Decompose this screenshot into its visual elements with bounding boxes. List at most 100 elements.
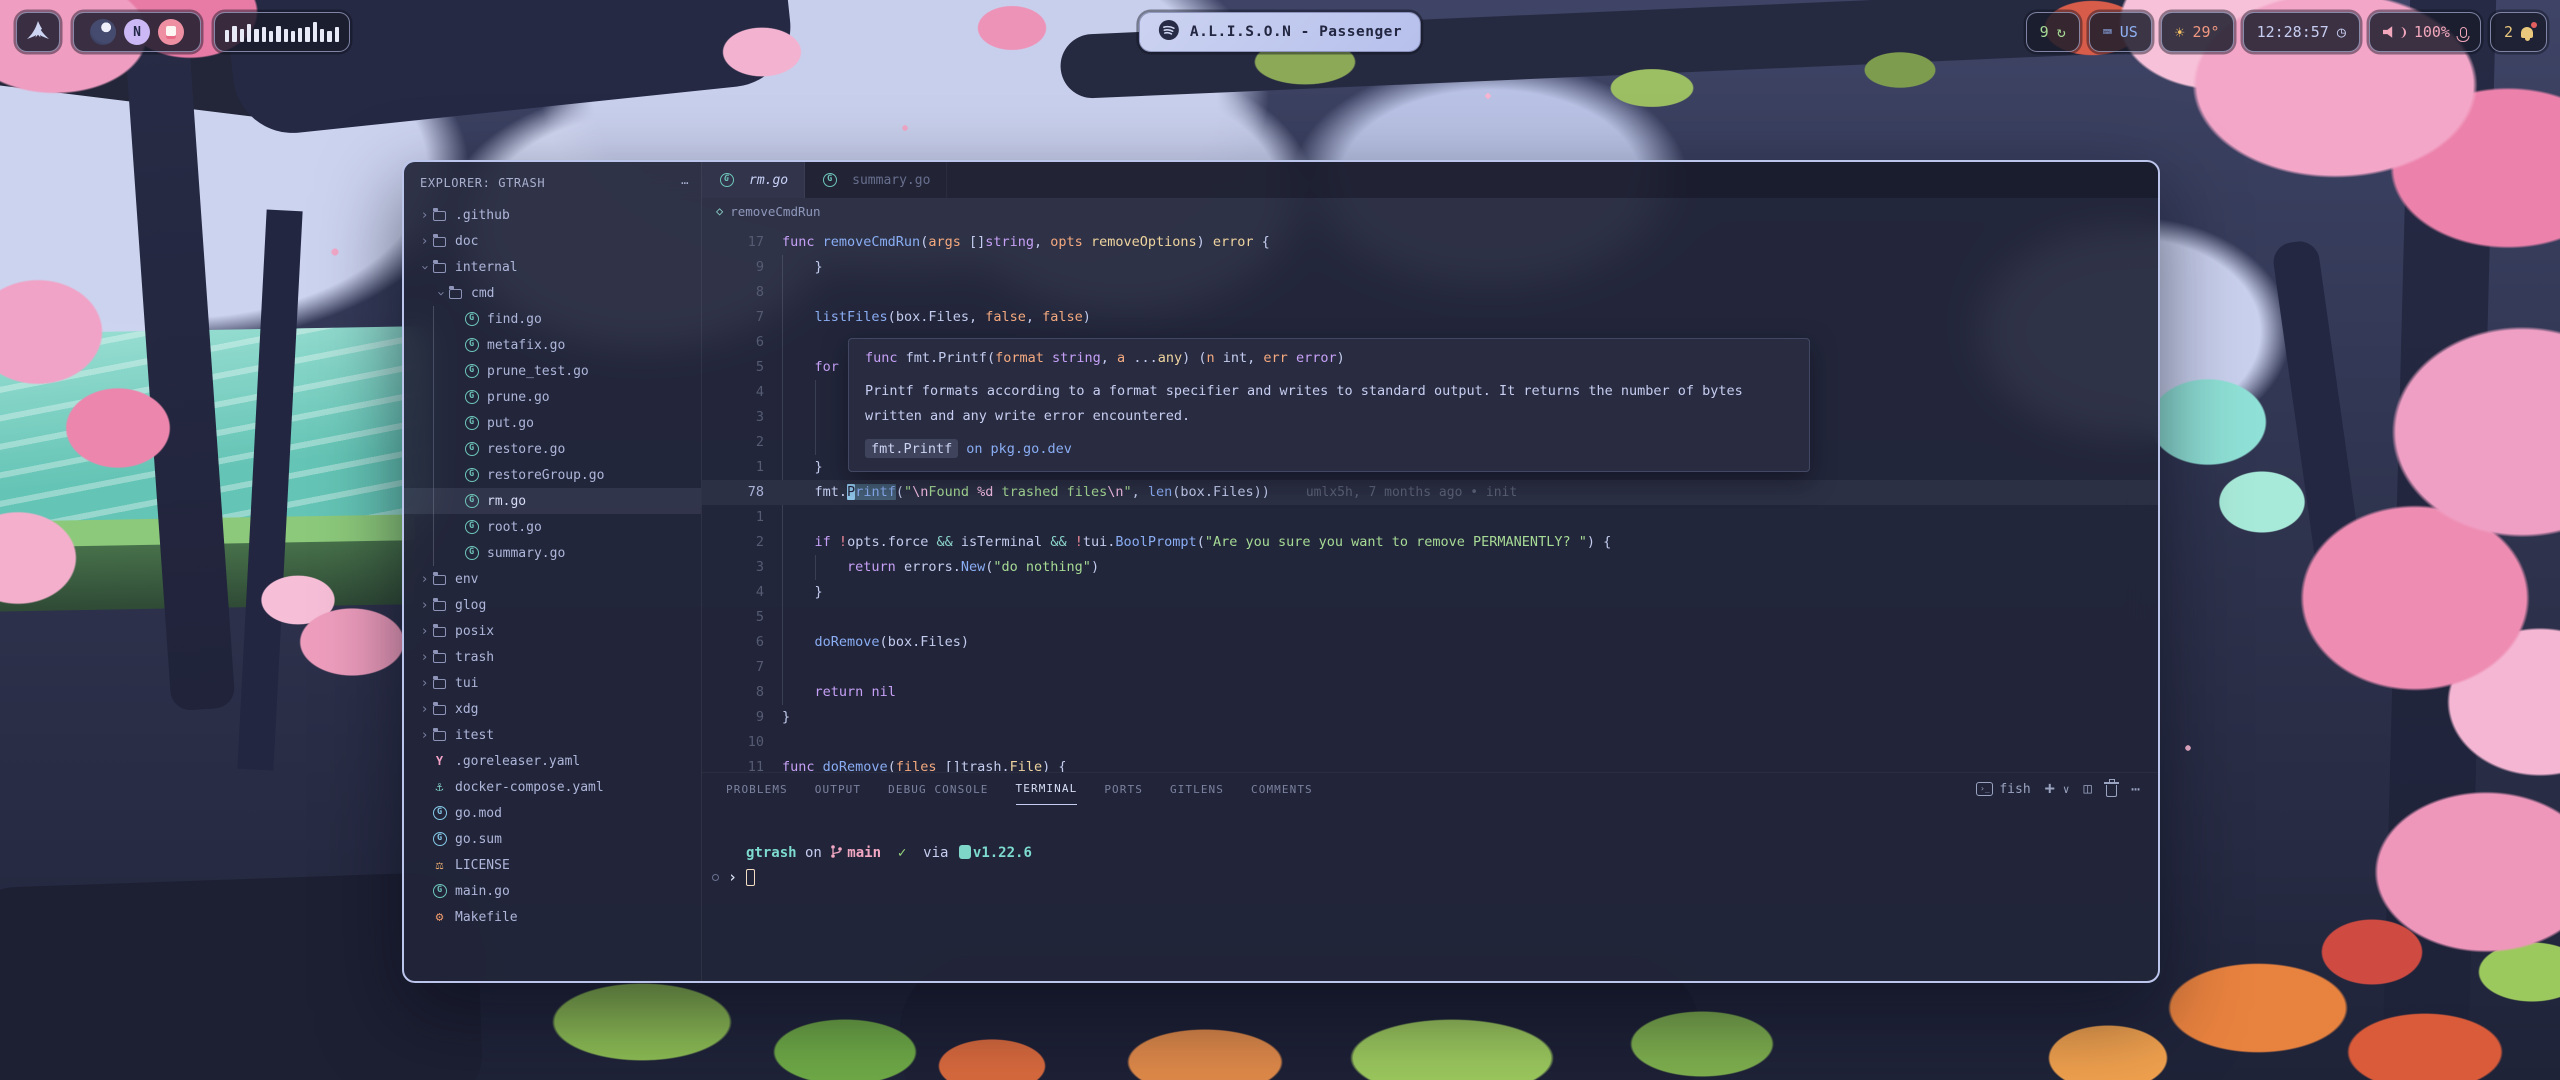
code-line[interactable]: 10 — [702, 730, 2158, 755]
tree-item-trash[interactable]: ›trash — [404, 644, 701, 670]
browser-icon[interactable] — [90, 19, 116, 45]
terminal-content[interactable]: gtrash on main ✓ via v1.22.6 › — [702, 805, 2158, 983]
speaker-icon — [2383, 26, 2396, 38]
tree-item-restore.go[interactable]: Grestore.go — [404, 436, 701, 462]
folder-icon — [431, 625, 448, 637]
pkg-go-dev-link[interactable]: pkg.go.dev — [991, 441, 1072, 457]
panel-tab-comments[interactable]: COMMENTS — [1251, 773, 1313, 805]
tree-item-doc[interactable]: ›doc — [404, 228, 701, 254]
tree-item-itest[interactable]: ›itest — [404, 722, 701, 748]
panel-tab-output[interactable]: OUTPUT — [815, 773, 861, 805]
tree-item-label: posix — [455, 624, 494, 639]
tree-item-prune.go[interactable]: Gprune.go — [404, 384, 701, 410]
tree-item-metafix.go[interactable]: Gmetafix.go — [404, 332, 701, 358]
code-line[interactable]: 17func removeCmdRun(args []string, opts … — [702, 230, 2158, 255]
tab-rm.go[interactable]: Grm.go — [702, 162, 805, 198]
terminal-dropdown-icon[interactable]: ∨ — [2063, 783, 2070, 796]
shell-label: fish — [1999, 782, 2030, 797]
code-line[interactable]: 5 — [702, 605, 2158, 630]
chevron-closed-icon: › — [418, 234, 431, 249]
split-terminal-icon[interactable]: ◫ — [2084, 781, 2092, 797]
more-actions-icon[interactable]: ⋯ — [681, 176, 689, 190]
keyboard-layout-widget[interactable]: ⌨ US — [2089, 12, 2152, 52]
tree-item-rm.go[interactable]: Grm.go — [404, 488, 701, 514]
weather-widget[interactable]: ☀ 29° — [2161, 12, 2234, 52]
terminal-prompt-line: gtrash on main ✓ via v1.22.6 — [746, 841, 2158, 865]
code-line[interactable]: 6 doRemove(box.Files) — [702, 630, 2158, 655]
code-token: ( — [880, 634, 888, 650]
go-glyph: G — [465, 468, 479, 482]
code-line[interactable]: 1 — [702, 505, 2158, 530]
tab-summary.go[interactable]: Gsummary.go — [805, 162, 947, 198]
tree-item-.github[interactable]: ›.github — [404, 202, 701, 228]
tree-item-posix[interactable]: ›posix — [404, 618, 701, 644]
code-line[interactable]: 9 } — [702, 255, 2158, 280]
tree-item-main.go[interactable]: Gmain.go — [404, 878, 701, 904]
code-line[interactable]: 7 listFiles(box.Files, false, false) — [702, 305, 2158, 330]
document-icon[interactable] — [158, 19, 184, 45]
tree-item-root.go[interactable]: Groot.go — [404, 514, 701, 540]
panel-tab-debug-console[interactable]: DEBUG CONSOLE — [888, 773, 988, 805]
code-area[interactable]: 17func removeCmdRun(args []string, opts … — [702, 224, 2158, 772]
code-token: return — [847, 559, 896, 575]
breadcrumb[interactable]: ◇ removeCmdRun — [702, 198, 2158, 224]
tree-item-prune_test.go[interactable]: Gprune_test.go — [404, 358, 701, 384]
now-playing-widget[interactable]: A.L.I.S.O.N - Passenger — [1139, 12, 1421, 52]
tree-item-internal[interactable]: ›internal — [404, 254, 701, 280]
panel-tab-gitlens[interactable]: GITLENS — [1170, 773, 1224, 805]
code-line[interactable]: 3 return errors.New("do nothing") — [702, 555, 2158, 580]
code-token: trash — [961, 759, 1002, 772]
tree-item-glog[interactable]: ›glog — [404, 592, 701, 618]
code-line[interactable]: 9} — [702, 705, 2158, 730]
tree-item-go.mod[interactable]: Ggo.mod — [404, 800, 701, 826]
code-line[interactable]: 8 — [702, 280, 2158, 305]
tree-item-Makefile[interactable]: ⚙Makefile — [404, 904, 701, 930]
tooltip-footer-text: on — [966, 441, 982, 457]
chevron-closed-icon: › — [418, 650, 431, 665]
panel-tab-terminal[interactable]: TERMINAL — [1016, 773, 1078, 805]
notifications-widget[interactable]: 2 — [2490, 12, 2547, 52]
panel-more-icon[interactable]: ⋯ — [2131, 780, 2140, 798]
tree-item-summary.go[interactable]: Gsummary.go — [404, 540, 701, 566]
app-launcher-button[interactable] — [16, 12, 60, 52]
code-token: , — [1026, 309, 1042, 325]
vscode-window: EXPLORER: GTRASH ⋯ ›.github›doc›internal… — [402, 160, 2160, 983]
tree-item-docker-compose.yaml[interactable]: ⚓docker-compose.yaml — [404, 774, 701, 800]
tree-item-.goreleaser.yaml[interactable]: Y.goreleaser.yaml — [404, 748, 701, 774]
line-number: 4 — [702, 380, 764, 405]
code-line[interactable]: 4 } — [702, 580, 2158, 605]
tree-item-cmd[interactable]: ›cmd — [404, 280, 701, 306]
code-token: BoolPrompt — [1115, 534, 1196, 550]
tree-item-env[interactable]: ›env — [404, 566, 701, 592]
code-line[interactable]: 2 if !opts.force && isTerminal && !tui.B… — [702, 530, 2158, 555]
tree-item-restoreGroup.go[interactable]: GrestoreGroup.go — [404, 462, 701, 488]
new-terminal-button[interactable]: + — [2045, 779, 2055, 799]
code-line[interactable]: 7 — [702, 655, 2158, 680]
code-token — [896, 559, 904, 575]
line-number: 5 — [702, 605, 764, 630]
code-token: rintf — [855, 484, 896, 500]
tree-item-tui[interactable]: ›tui — [404, 670, 701, 696]
code-token: false — [1042, 309, 1083, 325]
audio-widget[interactable]: 100% — [2369, 12, 2481, 52]
tree-item-find.go[interactable]: Gfind.go — [404, 306, 701, 332]
line-number: 8 — [702, 680, 764, 705]
panel-tab-ports[interactable]: PORTS — [1104, 773, 1143, 805]
tree-item-put.go[interactable]: Gput.go — [404, 410, 701, 436]
tree-item-go.sum[interactable]: Ggo.sum — [404, 826, 701, 852]
panel-tab-problems[interactable]: PROBLEMS — [726, 773, 788, 805]
updates-widget[interactable]: 9 ↻ — [2026, 12, 2080, 52]
tree-item-label: tui — [455, 676, 478, 691]
go-icon: G — [463, 364, 480, 378]
tree-item-LICENSE[interactable]: ⚖LICENSE — [404, 852, 701, 878]
kill-terminal-icon[interactable] — [2106, 785, 2117, 797]
folder-open-icon — [447, 287, 464, 299]
tree-item-xdg[interactable]: ›xdg — [404, 696, 701, 722]
code-line[interactable]: 11func doRemove(files []trash.File) { — [702, 755, 2158, 772]
chevron-closed-icon: › — [418, 572, 431, 587]
code-line[interactable]: 8 return nil — [702, 680, 2158, 705]
clock-widget[interactable]: 12:28:57 ◷ — [2243, 12, 2360, 52]
go-icon: G — [463, 546, 480, 560]
code-line[interactable]: 78 fmt.Printf("\nFound %d trashed files\… — [702, 480, 2158, 505]
notion-icon[interactable]: N — [124, 19, 150, 45]
